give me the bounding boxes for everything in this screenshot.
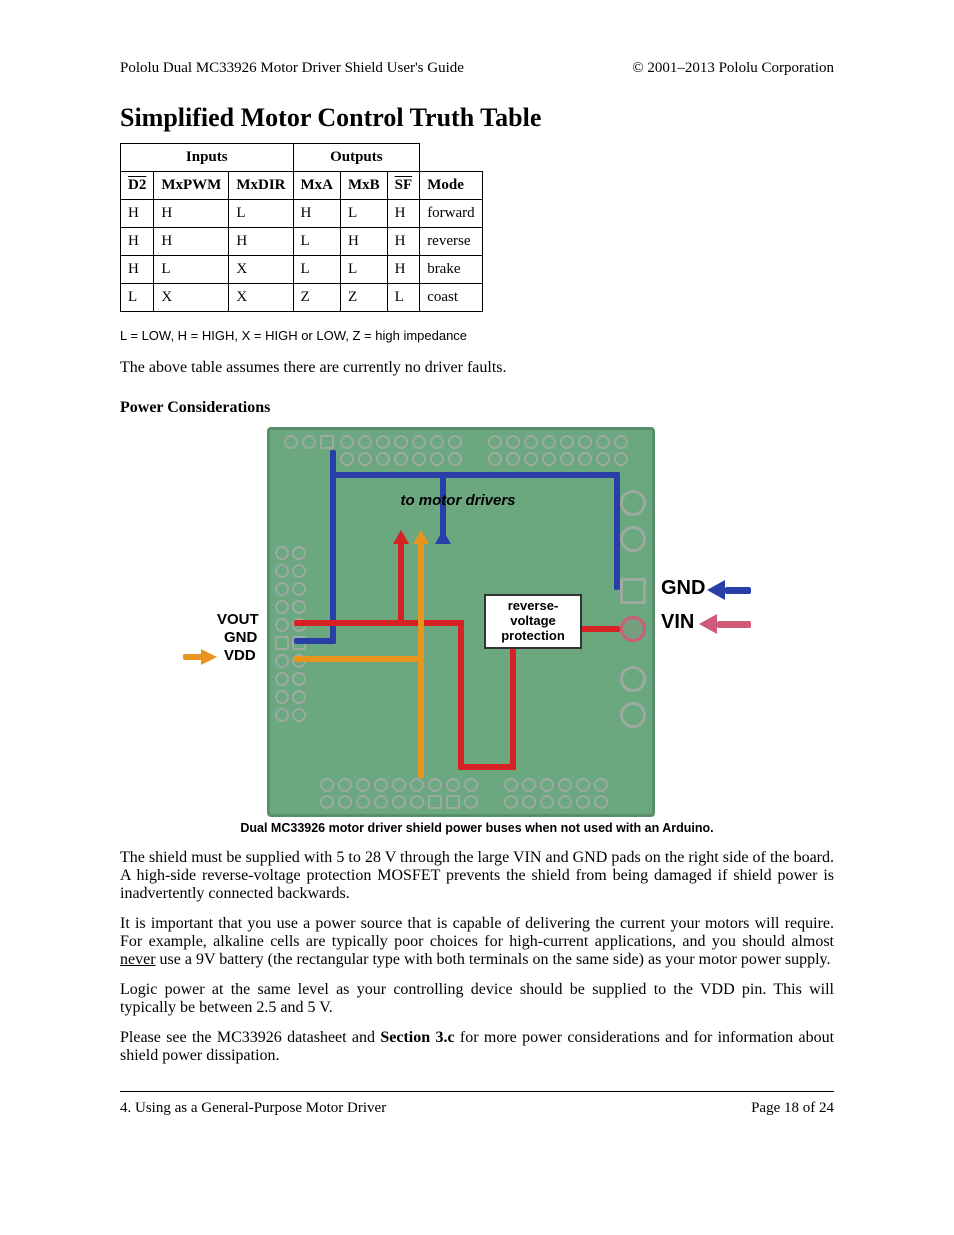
table-row: HHLHLHforward <box>121 200 483 228</box>
figure: to motor drivers reverse-voltage protect… <box>227 427 727 817</box>
footer-right: Page 18 of 24 <box>751 1100 834 1117</box>
trace-blue <box>294 638 336 644</box>
th-sf: SF <box>387 172 420 200</box>
para-datasheet: Please see the MC33926 datasheet and Sec… <box>120 1029 834 1065</box>
arrowhead-icon <box>413 530 429 544</box>
arrow-vin-icon <box>699 614 717 634</box>
th-mxpwm: MxPWM <box>154 172 229 200</box>
arrow-stem <box>725 587 751 594</box>
table-header-row: D2 MxPWM MxDIR MxA MxB SF Mode <box>121 172 483 200</box>
page: Pololu Dual MC33926 Motor Driver Shield … <box>0 0 954 1235</box>
arrow-stem <box>183 654 203 660</box>
table-row: HHHLHHreverse <box>121 228 483 256</box>
para-supply: The shield must be supplied with 5 to 28… <box>120 849 834 903</box>
label-reverse-voltage: reverse-voltage protection <box>484 594 582 649</box>
arrowhead-icon <box>435 530 451 544</box>
label-gnd-right: GND <box>661 577 705 600</box>
big-pad <box>620 490 646 516</box>
table-row: HLXLLHbrake <box>121 256 483 284</box>
arrow-stem <box>717 621 751 628</box>
big-pad <box>620 666 646 692</box>
page-header: Pololu Dual MC33926 Motor Driver Shield … <box>120 60 834 77</box>
footer-left: 4. Using as a General-Purpose Motor Driv… <box>120 1100 386 1117</box>
trace-blue <box>614 472 620 590</box>
gnd-pad <box>620 578 646 604</box>
header-left: Pololu Dual MC33926 Motor Driver Shield … <box>120 60 464 77</box>
trace-red <box>458 764 516 770</box>
subheading-power: Power Considerations <box>120 399 834 417</box>
trace-orange <box>418 542 424 778</box>
trace-red <box>458 620 464 770</box>
th-outputs: Outputs <box>293 144 420 172</box>
label-vdd: VDD <box>224 647 256 664</box>
label-to-motor-drivers: to motor drivers <box>378 492 538 509</box>
vin-pad <box>620 616 646 642</box>
header-right: © 2001–2013 Pololu Corporation <box>632 60 834 77</box>
label-gnd-left: GND <box>224 629 257 646</box>
para-current: It is important that you use a power sou… <box>120 915 834 969</box>
th-mxb: MxB <box>341 172 388 200</box>
legend-note: L = LOW, H = HIGH, X = HIGH or LOW, Z = … <box>120 328 834 343</box>
figure-caption: Dual MC33926 motor driver shield power b… <box>197 821 757 835</box>
para-assumption: The above table assumes there are curren… <box>120 359 834 377</box>
para-logic: Logic power at the same level as your co… <box>120 981 834 1017</box>
section-title: Simplified Motor Control Truth Table <box>120 103 834 133</box>
trace-orange <box>294 656 424 662</box>
trace-blue <box>330 450 336 644</box>
th-mode: Mode <box>420 172 482 200</box>
board-diagram: to motor drivers reverse-voltage protect… <box>267 427 655 817</box>
th-d2: D2 <box>121 172 154 200</box>
big-pad <box>620 702 646 728</box>
th-inputs: Inputs <box>121 144 294 172</box>
page-footer: 4. Using as a General-Purpose Motor Driv… <box>120 1100 834 1117</box>
arrow-gnd-icon <box>707 580 725 600</box>
trace-red <box>398 542 404 624</box>
big-pad <box>620 526 646 552</box>
label-vout: VOUT <box>217 611 259 628</box>
th-mxa: MxA <box>293 172 341 200</box>
th-mxdir: MxDIR <box>229 172 293 200</box>
arrowhead-icon <box>393 530 409 544</box>
table-row: LXXZZLcoast <box>121 284 483 312</box>
trace-blue <box>330 472 620 478</box>
footer-rule <box>120 1091 834 1092</box>
arrow-vdd-icon <box>201 649 217 665</box>
trace-red <box>294 620 464 626</box>
truth-table: Inputs Outputs D2 MxPWM MxDIR MxA MxB SF… <box>120 143 483 312</box>
label-vin: VIN <box>661 611 694 634</box>
